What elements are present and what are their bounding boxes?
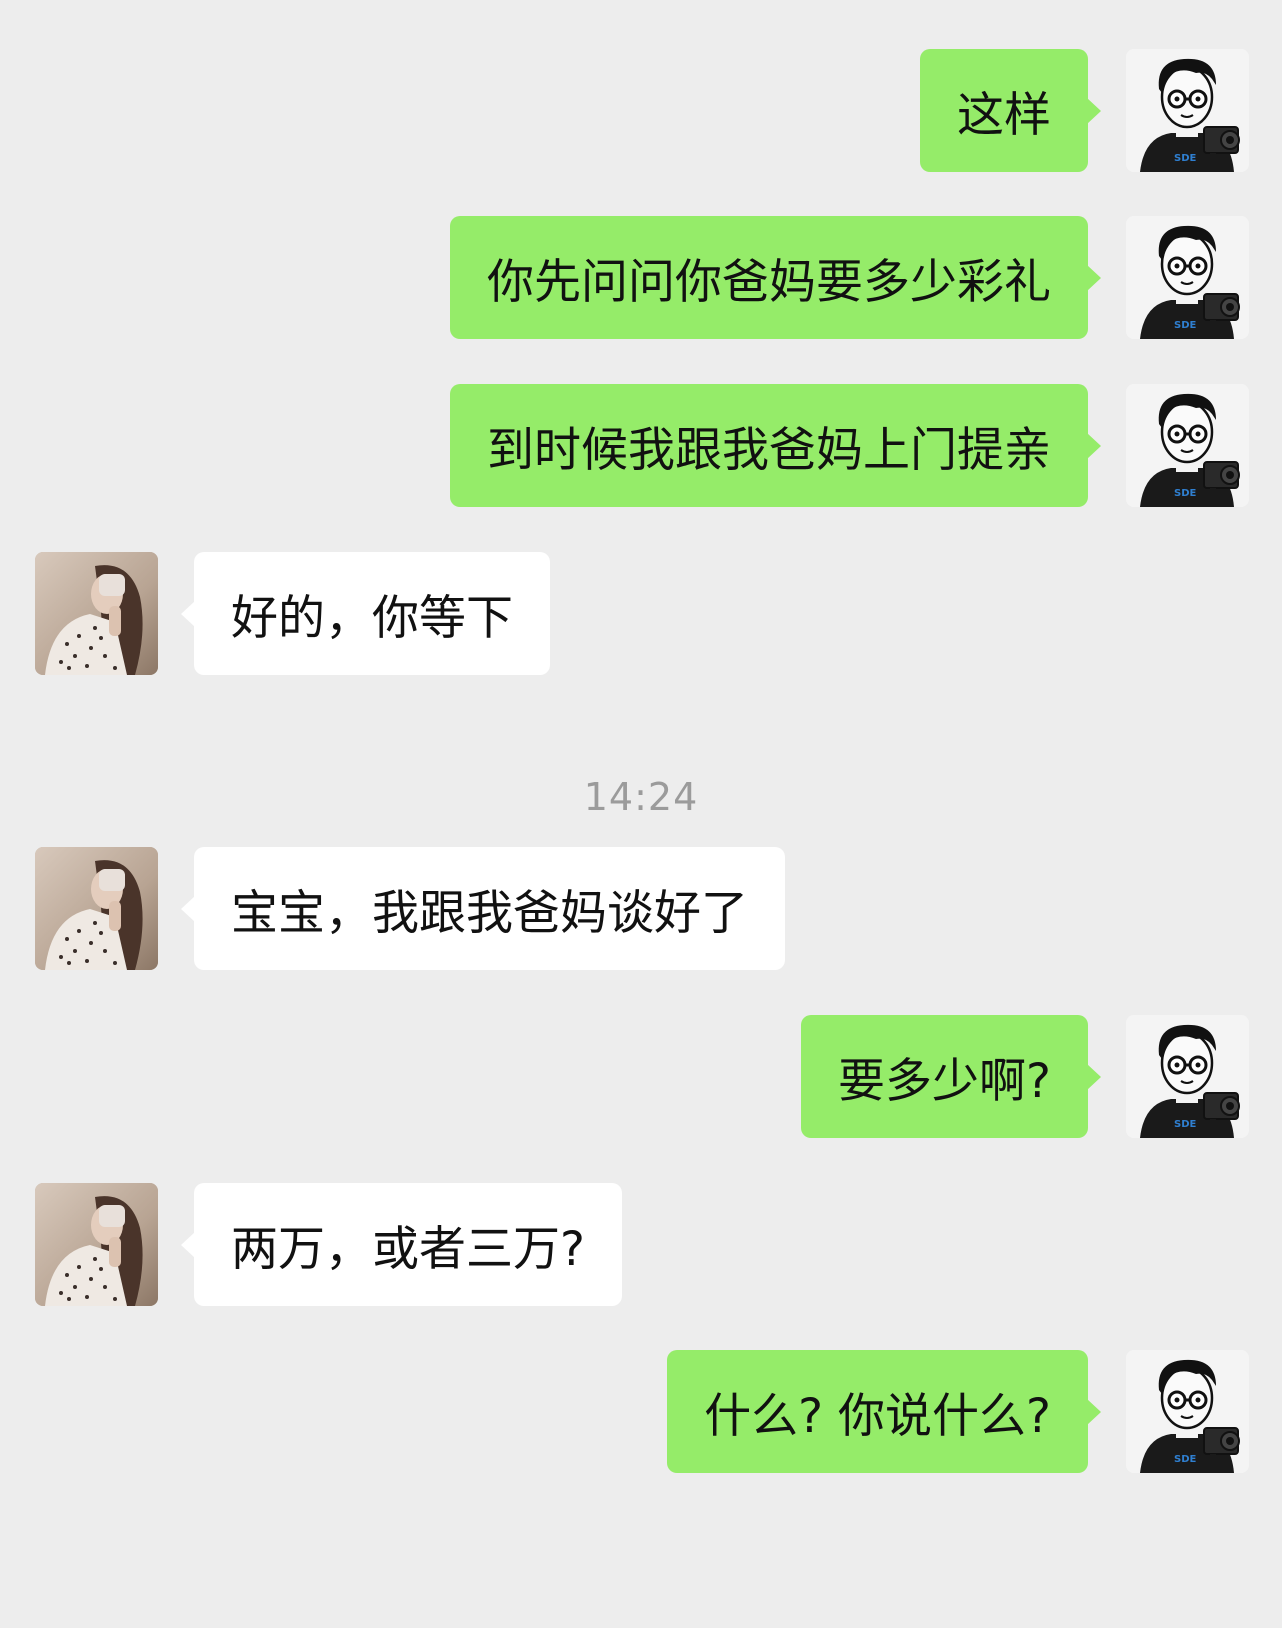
- sent-message-bubble[interactable]: 这样: [920, 49, 1101, 172]
- message-text: 什么? 你说什么?: [704, 1389, 1051, 1444]
- sent-message-bubble[interactable]: 什么? 你说什么?: [667, 1350, 1101, 1473]
- cartoon-avatar-icon: [1126, 384, 1249, 507]
- my-avatar[interactable]: [1126, 1350, 1249, 1473]
- my-avatar[interactable]: [1126, 216, 1249, 339]
- cartoon-avatar-icon: [1126, 49, 1249, 172]
- sent-message-bubble[interactable]: 你先问问你爸妈要多少彩礼: [450, 216, 1101, 339]
- my-avatar[interactable]: [1126, 1015, 1249, 1138]
- message-row: 你先问问你爸妈要多少彩礼: [0, 216, 1282, 339]
- received-message-bubble[interactable]: 好的，你等下: [181, 552, 550, 675]
- received-message-bubble[interactable]: 宝宝，我跟我爸妈谈好了: [181, 847, 785, 970]
- message-row: 什么? 你说什么?: [0, 1350, 1282, 1473]
- photo-avatar-icon: [35, 552, 158, 675]
- message-text: 好的，你等下: [231, 591, 513, 646]
- chat-timestamp: 14:24: [583, 775, 699, 819]
- contact-avatar[interactable]: [35, 1183, 158, 1306]
- message-text: 到时候我跟我爸妈上门提亲: [487, 423, 1051, 478]
- cartoon-avatar-icon: [1126, 216, 1249, 339]
- message-row: 好的，你等下: [0, 552, 1282, 675]
- photo-avatar-icon: [35, 1183, 158, 1306]
- photo-avatar-icon: [35, 847, 158, 970]
- my-avatar[interactable]: [1126, 49, 1249, 172]
- message-text: 两万，或者三万?: [231, 1222, 585, 1277]
- message-row: 要多少啊?: [0, 1015, 1282, 1138]
- message-text: 要多少啊?: [838, 1054, 1051, 1109]
- sent-message-bubble[interactable]: 到时候我跟我爸妈上门提亲: [450, 384, 1101, 507]
- message-row: 两万，或者三万?: [0, 1183, 1282, 1306]
- message-row: 宝宝，我跟我爸妈谈好了: [0, 847, 1282, 970]
- message-text: 宝宝，我跟我爸妈谈好了: [231, 886, 748, 941]
- received-message-bubble[interactable]: 两万，或者三万?: [181, 1183, 622, 1306]
- cartoon-avatar-icon: [1126, 1350, 1249, 1473]
- message-row: 到时候我跟我爸妈上门提亲: [0, 384, 1282, 507]
- contact-avatar[interactable]: [35, 847, 158, 970]
- message-text: 这样: [957, 88, 1051, 143]
- message-text: 你先问问你爸妈要多少彩礼: [487, 255, 1051, 310]
- message-row: 这样: [0, 49, 1282, 172]
- cartoon-avatar-icon: [1126, 1015, 1249, 1138]
- contact-avatar[interactable]: [35, 552, 158, 675]
- my-avatar[interactable]: [1126, 384, 1249, 507]
- sent-message-bubble[interactable]: 要多少啊?: [801, 1015, 1101, 1138]
